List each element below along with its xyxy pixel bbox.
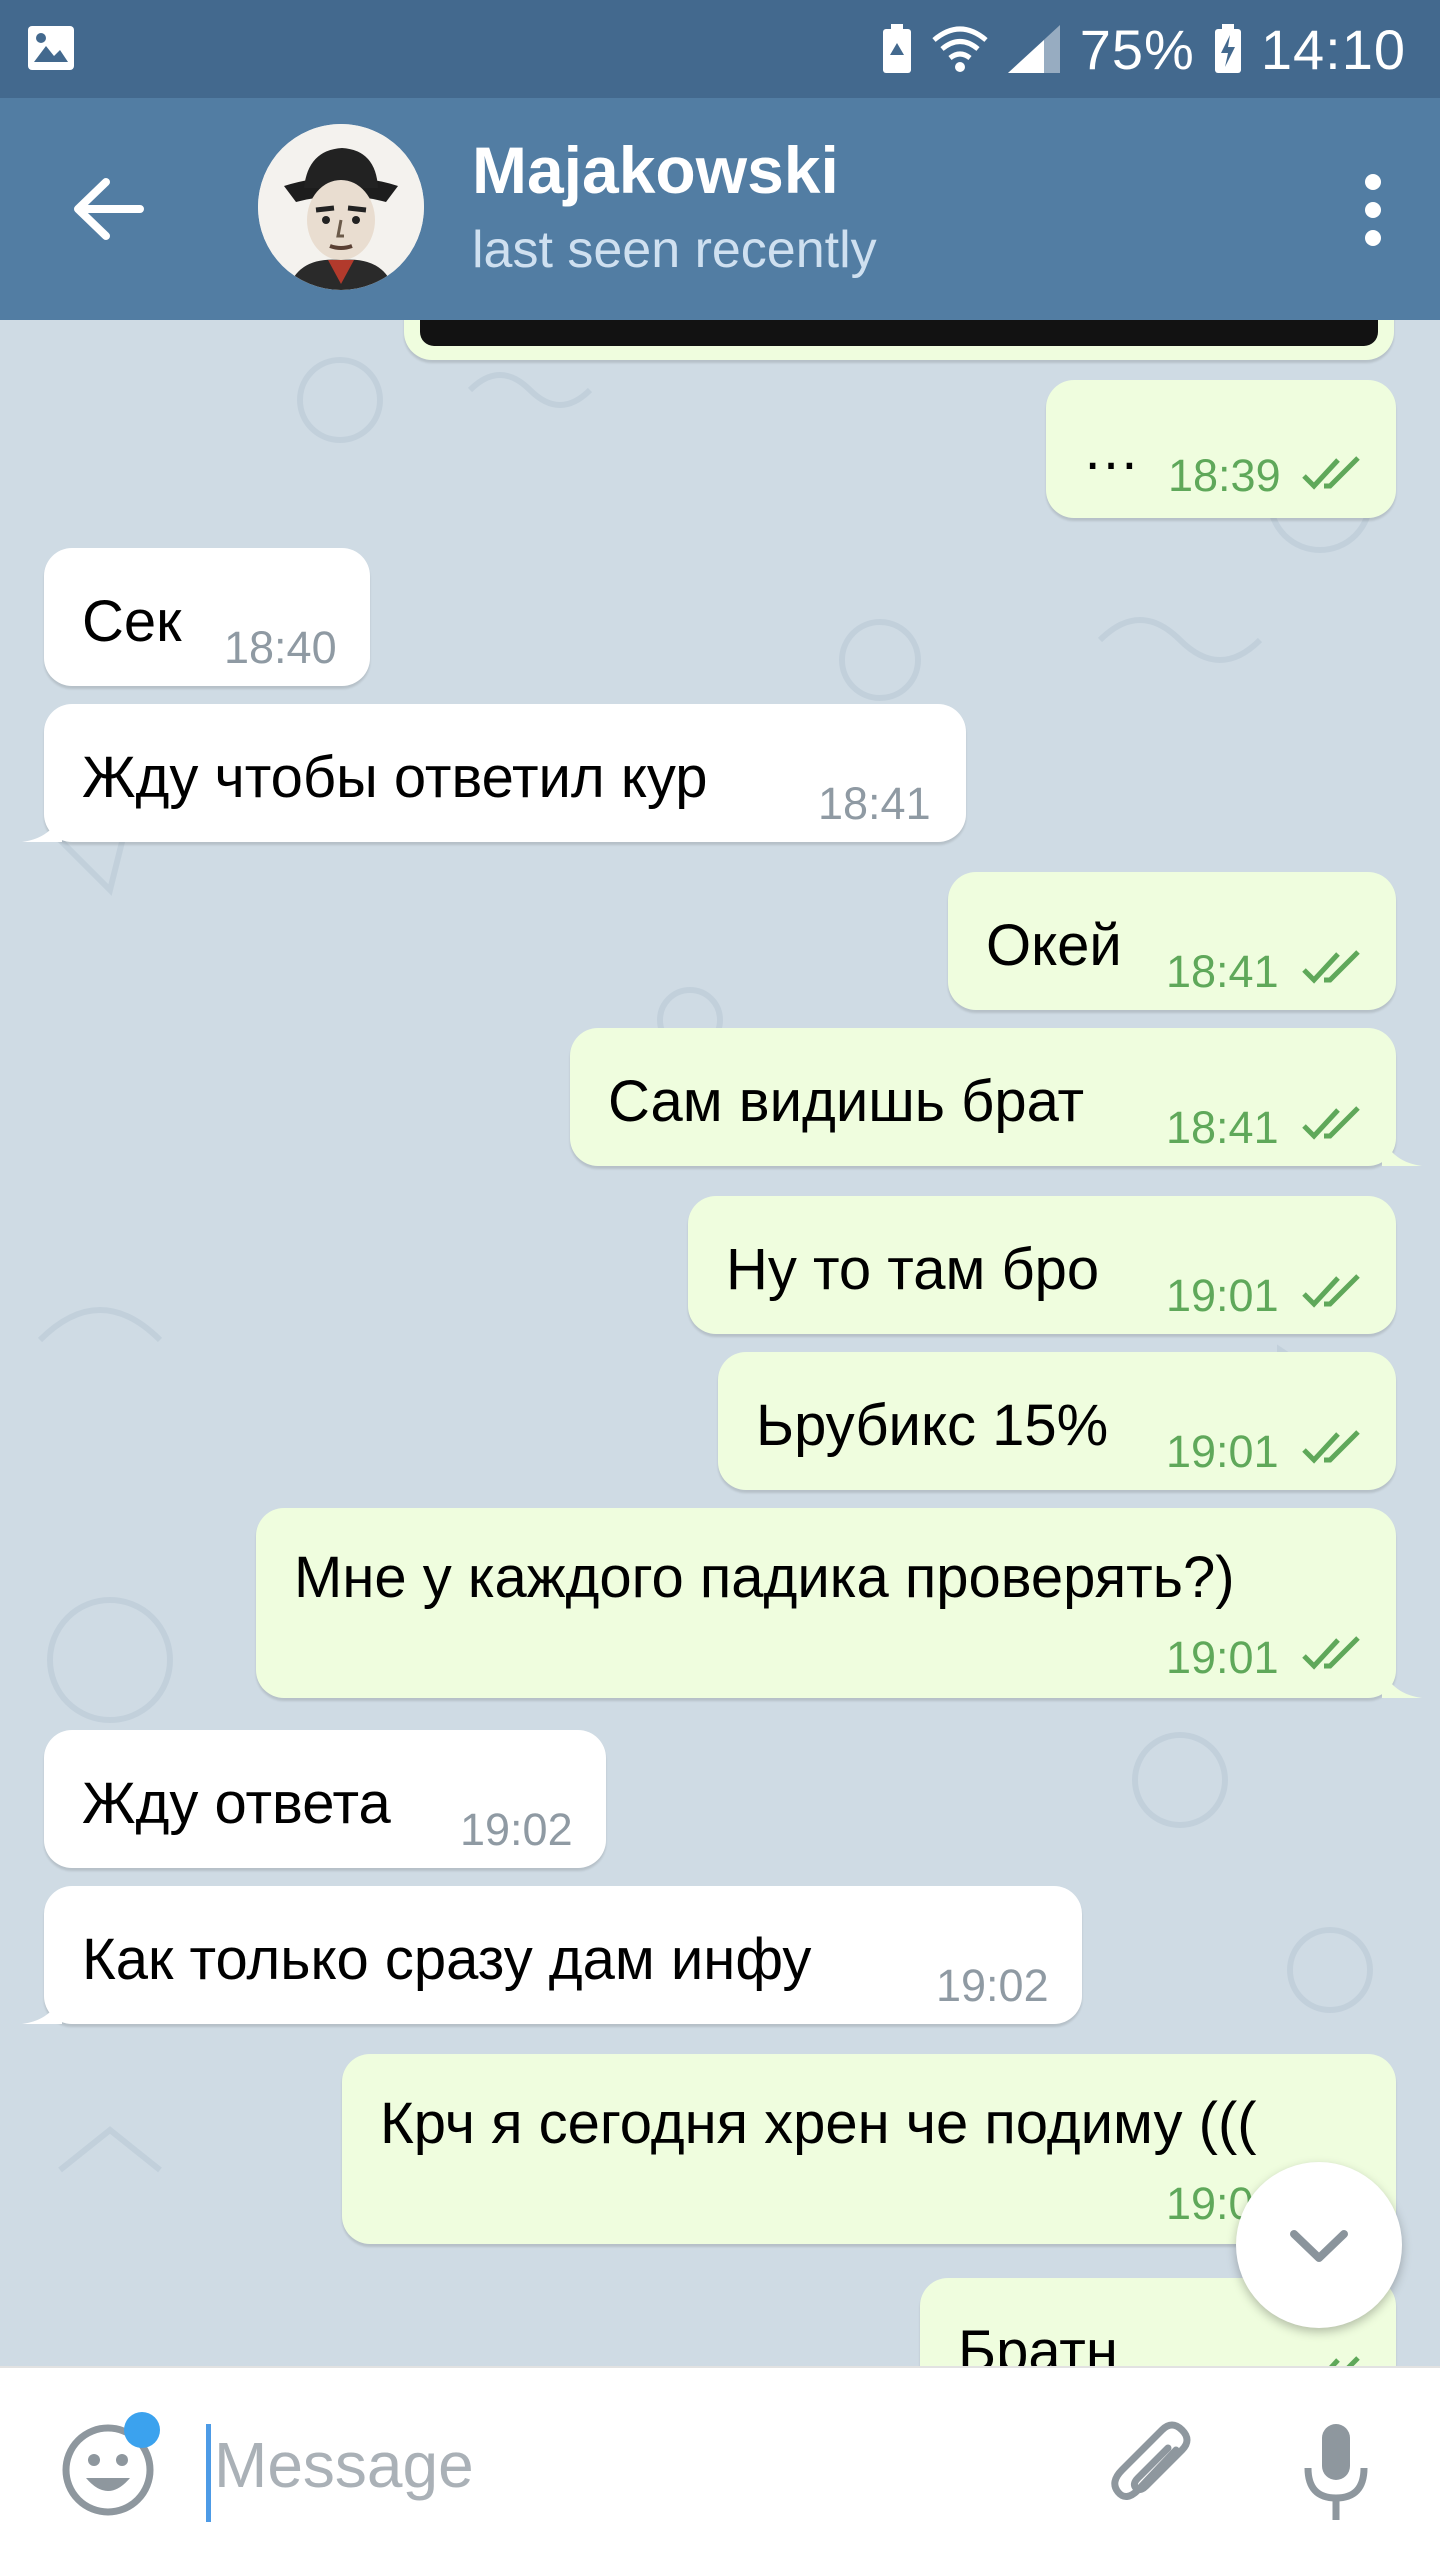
message-time: 18:40 bbox=[224, 622, 337, 673]
battery-charging-icon bbox=[1214, 24, 1241, 73]
double-check-icon bbox=[1302, 950, 1360, 984]
double-check-icon bbox=[1302, 1430, 1360, 1464]
contact-status: last seen recently bbox=[472, 221, 877, 279]
message-incoming[interactable]: Сек 18:40 bbox=[44, 548, 370, 686]
message-text: Окей bbox=[986, 913, 1122, 978]
message-input-bar: Message bbox=[0, 2366, 1440, 2562]
chat-header: Majakowski last seen recently bbox=[0, 98, 1440, 320]
chevron-down-icon bbox=[1290, 2230, 1348, 2262]
message-text: Сек bbox=[82, 589, 182, 654]
battery-saver-icon bbox=[882, 24, 911, 73]
message-outgoing[interactable]: Ну то там бро 19:01 bbox=[688, 1196, 1396, 1334]
message-time: 19:02 bbox=[936, 1960, 1049, 2011]
arrow-left-icon[interactable] bbox=[70, 176, 146, 242]
unread-dot bbox=[124, 2412, 160, 2448]
message-text: Крч я сегодня хрен че подиму ((( bbox=[380, 2091, 1257, 2156]
message-outgoing[interactable]: Окей 18:41 bbox=[948, 872, 1396, 1010]
message-time: 18:41 bbox=[818, 778, 931, 829]
gallery-icon bbox=[28, 26, 74, 70]
double-check-icon bbox=[1329, 2356, 1360, 2366]
message-text: … bbox=[1082, 417, 1140, 482]
paperclip-icon[interactable] bbox=[1106, 2420, 1196, 2520]
message-time: 19:01 bbox=[1166, 1426, 1279, 1477]
message-outgoing[interactable]: Ьрубикс 15% 19:01 bbox=[718, 1352, 1396, 1490]
message-text: Жду чтобы ответил кур bbox=[82, 745, 708, 810]
message-time: 18:41 bbox=[1166, 946, 1279, 997]
contact-name[interactable]: Majakowski bbox=[472, 132, 839, 208]
double-check-icon bbox=[1302, 1274, 1360, 1308]
avatar[interactable] bbox=[258, 124, 424, 290]
bubble-tail bbox=[22, 812, 62, 842]
message-outgoing[interactable]: … 18:39 bbox=[1046, 380, 1396, 518]
message-text: Ьрубикс 15% bbox=[756, 1393, 1109, 1458]
more-vertical-icon[interactable] bbox=[1358, 172, 1388, 248]
bubble-tail bbox=[1382, 1668, 1422, 1698]
message-incoming[interactable]: Как только сразу дам инфу 19:02 bbox=[44, 1886, 1082, 2024]
microphone-icon[interactable] bbox=[1300, 2420, 1372, 2524]
message-text: Как только сразу дам инфу bbox=[82, 1927, 812, 1992]
message-time: 18:39 bbox=[1168, 450, 1281, 501]
message-incoming[interactable]: Жду ответа 19:02 bbox=[44, 1730, 606, 1868]
message-time: 19:01 bbox=[1166, 1632, 1279, 1683]
double-check-icon bbox=[1302, 456, 1360, 490]
message-text: Жду ответа bbox=[82, 1771, 391, 1836]
media-preview[interactable] bbox=[420, 320, 1378, 346]
message-time: 19:01 bbox=[1166, 1270, 1279, 1321]
message-list[interactable]: … 18:39 Сек 18:40 Жду чтобы ответил кур … bbox=[0, 320, 1440, 2366]
message-outgoing[interactable]: Мне у каждого падика проверять?) 19:01 bbox=[256, 1508, 1396, 1698]
message-input[interactable]: Message bbox=[214, 2428, 474, 2502]
wifi-icon bbox=[932, 26, 988, 72]
status-bar: 75% 14:10 bbox=[0, 0, 1440, 98]
bubble-tail bbox=[22, 1994, 62, 2024]
battery-percent: 75% bbox=[1079, 17, 1195, 81]
message-text: Братн bbox=[958, 2319, 1118, 2366]
message-time: 19:02 bbox=[460, 1804, 573, 1855]
text-cursor bbox=[206, 2424, 211, 2522]
avatar-portrait bbox=[258, 124, 424, 290]
double-check-icon bbox=[1302, 1106, 1360, 1140]
message-text: Мне у каждого падика проверять?) bbox=[294, 1545, 1235, 1610]
double-check-icon bbox=[1302, 1636, 1360, 1670]
message-time: 18:41 bbox=[1166, 1102, 1279, 1153]
message-outgoing[interactable]: Сам видишь брат 18:41 bbox=[570, 1028, 1396, 1166]
message-incoming[interactable]: Жду чтобы ответил кур 18:41 bbox=[44, 704, 966, 842]
bubble-tail bbox=[1382, 1136, 1422, 1166]
message-text: Сам видишь брат bbox=[608, 1069, 1085, 1134]
media-message[interactable] bbox=[404, 320, 1394, 360]
message-text: Ну то там бро bbox=[726, 1237, 1100, 1302]
scroll-to-bottom-button[interactable] bbox=[1236, 2162, 1402, 2328]
signal-icon bbox=[1007, 25, 1060, 73]
clock: 14:10 bbox=[1260, 17, 1406, 81]
